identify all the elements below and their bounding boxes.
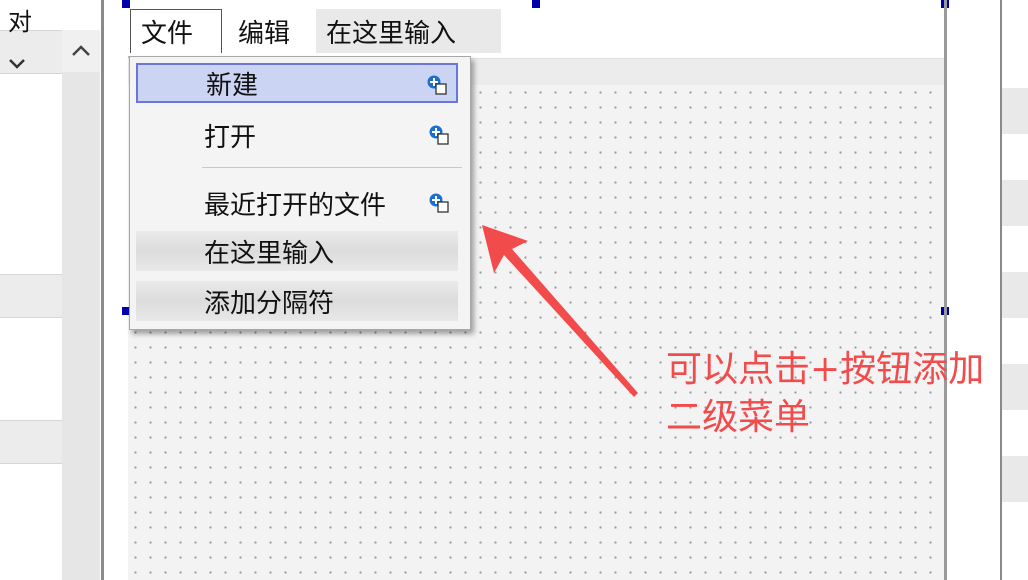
menu-item-add-separator[interactable]: 添加分隔符 (136, 281, 458, 321)
menu-item-label: 最近打开的文件 (204, 190, 387, 221)
right-panel-row[interactable] (1002, 180, 1028, 226)
menu-item-label: 在这里输入 (204, 238, 335, 269)
submenu-icon[interactable] (428, 192, 450, 214)
menu-item-label: 添加分隔符 (204, 288, 335, 319)
menu-item-new[interactable]: 新建 (136, 63, 458, 103)
menu-file[interactable]: 文件 (130, 9, 222, 53)
resize-handle[interactable] (532, 0, 540, 8)
menu-type-here[interactable]: 在这里输入 (316, 9, 501, 53)
left-scrollbar[interactable] (62, 30, 100, 580)
left-panel-row[interactable] (0, 420, 62, 464)
right-panel-row[interactable] (1002, 364, 1028, 410)
menu-item-recent-files[interactable]: 最近打开的文件 (136, 183, 458, 223)
submenu-icon[interactable] (428, 124, 450, 146)
right-panel-row[interactable] (1002, 272, 1028, 318)
file-dropdown-menu: 新建 打开 最近打开的文件 在这里输入 添加分隔符 (129, 56, 471, 330)
left-panel-row[interactable] (0, 274, 62, 318)
chevron-down-icon[interactable] (8, 50, 26, 74)
menu-edit[interactable]: 编辑 (228, 9, 308, 53)
menu-separator (202, 167, 462, 168)
scroll-up-button[interactable] (62, 30, 100, 72)
menu-item-type-here[interactable]: 在这里输入 (136, 231, 458, 271)
form-right-border (944, 0, 947, 580)
menu-item-label: 打开 (204, 122, 257, 153)
chevron-up-icon (72, 45, 90, 56)
right-panel-row[interactable] (1002, 456, 1028, 502)
resize-handle[interactable] (122, 0, 130, 8)
right-panel-row[interactable] (1002, 88, 1028, 134)
right-panel (1000, 0, 1028, 580)
menu-item-open[interactable]: 打开 (136, 115, 458, 155)
right-panel-title: 对 (8, 8, 32, 36)
annotation-line-1: 可以点击+按钮添加 (666, 349, 985, 390)
annotation-line-2: 二级菜单 (666, 397, 811, 438)
annotation-arrow (482, 225, 638, 397)
annotation-text: 可以点击+按钮添加 二级菜单 (666, 346, 984, 442)
submenu-icon[interactable] (426, 74, 448, 96)
menu-item-label: 新建 (206, 70, 259, 101)
